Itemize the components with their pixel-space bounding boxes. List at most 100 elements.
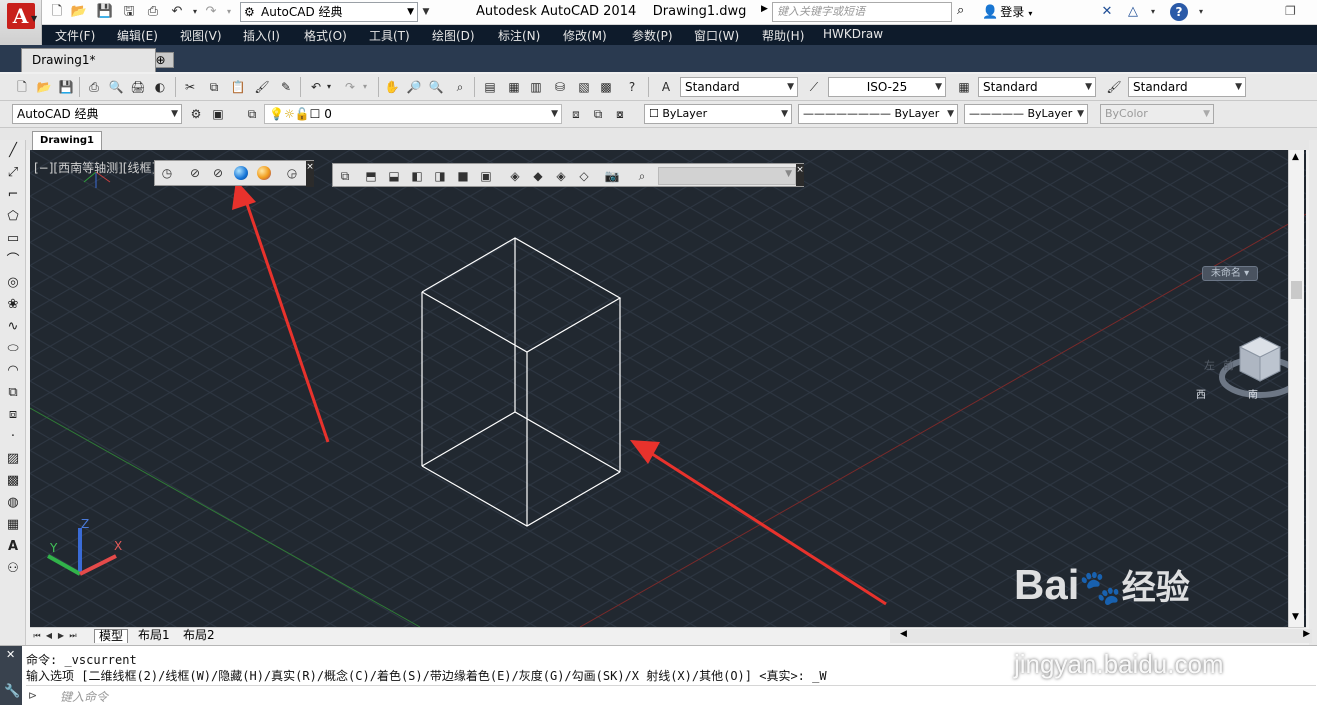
restore-window-icon[interactable]: ❐ [1285, 4, 1296, 18]
color-combo[interactable]: ☐ ByLayer ▼ [644, 104, 792, 124]
revision-cloud-icon[interactable]: ❀ [3, 296, 23, 314]
close-icon[interactable]: × [796, 164, 804, 186]
menu-file[interactable]: 文件(F) [55, 27, 95, 44]
rectangle-icon[interactable]: ▭ [3, 230, 23, 248]
linetype-combo[interactable]: ———————— ByLayer ▼ [798, 104, 958, 124]
search-expand-icon[interactable]: ▶ [761, 4, 768, 14]
undo-dropdown-icon[interactable]: ▾ [324, 77, 334, 97]
top-view-icon[interactable]: ⬒ [362, 167, 380, 185]
menu-window[interactable]: 窗口(W) [694, 27, 739, 44]
search-input[interactable]: 键入关键字或短语 [772, 2, 952, 22]
print-icon[interactable]: ⎙ [144, 3, 162, 21]
hatch-icon[interactable]: ▨ [3, 450, 23, 468]
front-view-icon[interactable]: ■ [454, 167, 472, 185]
command-input[interactable]: ⊳ 键入命令 [26, 685, 1316, 705]
application-menu-button[interactable]: A ▼ [0, 0, 42, 45]
open-icon[interactable]: 📂 [70, 3, 88, 21]
binoculars-icon[interactable]: ⌕ [957, 3, 964, 18]
prev-layout-icon[interactable]: ◀ [44, 629, 54, 642]
chevron-down-icon[interactable]: ▾ [1192, 3, 1210, 21]
menu-format[interactable]: 格式(O) [304, 27, 347, 44]
workspace-save-icon[interactable]: ▣ [208, 104, 228, 124]
tool-palettes-icon[interactable]: ▥ [526, 77, 546, 97]
exchange-icon[interactable]: ✕ [1098, 3, 1116, 21]
zoom-window-icon[interactable]: 🔍 [426, 77, 446, 97]
menu-modify[interactable]: 修改(M) [563, 27, 607, 44]
layer-previous-icon[interactable]: ⧉ [588, 104, 608, 124]
named-view-button[interactable]: 未命名 ▾ [1202, 266, 1258, 281]
qnew-icon[interactable]: 🗋 [12, 77, 32, 97]
sheet-set-icon[interactable]: ⛁ [550, 77, 570, 97]
first-layout-icon[interactable]: ⏮ [32, 629, 42, 642]
print-icon[interactable]: ⎙ [84, 77, 104, 97]
workspace-settings-icon[interactable]: ⚙ [186, 104, 206, 124]
scroll-up-icon[interactable]: ▲ [1292, 152, 1299, 162]
lineweight-combo[interactable]: ————— ByLayer ▼ [964, 104, 1088, 124]
scroll-down-icon[interactable]: ▼ [1292, 612, 1299, 622]
menu-draw[interactable]: 绘图(D) [432, 27, 475, 44]
workspace-combo-toolbar[interactable]: AutoCAD 经典 ▼ [12, 104, 182, 124]
layer-states-icon[interactable]: ⧇ [610, 104, 630, 124]
workspace-combo[interactable]: ⚙ AutoCAD 经典 ▼ [240, 2, 418, 22]
next-layout-icon[interactable]: ▶ [56, 629, 66, 642]
layer-combo[interactable]: 💡☼🔓☐ 0 ▼ [264, 104, 562, 124]
zoom-view-icon[interactable]: ⌕ [633, 167, 651, 185]
login-button[interactable]: 👤 登录 ▾ [982, 3, 1032, 20]
3d-print-icon[interactable]: ◐ [150, 77, 170, 97]
undo-icon[interactable]: ↶ [306, 77, 326, 97]
se-isometric-icon[interactable]: ◆ [529, 167, 547, 185]
close-icon[interactable]: ✕ [6, 648, 15, 661]
menu-dimension[interactable]: 标注(N) [498, 27, 540, 44]
markup-icon[interactable]: ▧ [574, 77, 594, 97]
pan-icon[interactable]: ✋ [382, 77, 402, 97]
publish-icon[interactable]: 🖨 [128, 77, 148, 97]
visual-style-manager-icon[interactable]: ◶ [283, 164, 301, 182]
right-view-icon[interactable]: ◨ [431, 167, 449, 185]
tab-model[interactable]: 模型 [94, 629, 129, 643]
autodesk-360-icon[interactable]: △ [1124, 3, 1142, 21]
command-line-handle[interactable]: ✕ 🔧 [0, 646, 22, 705]
redo-dropdown-icon[interactable]: ▾ [220, 3, 238, 21]
new-camera-icon[interactable]: 📷 [603, 167, 621, 185]
scroll-right-icon[interactable]: ▶ [1303, 629, 1310, 639]
table-style-icon[interactable]: ▦ [954, 77, 974, 97]
add-selected-icon[interactable]: ⚇ [3, 560, 23, 578]
drawing-viewport[interactable]: Z Y X [−][西南等轴测][线框] ◷ ⊘ ⊘ ◶ × ⧉ ⬒ ⬓ ◧ ◨… [30, 150, 1306, 627]
realistic-icon[interactable] [232, 164, 250, 182]
construction-line-icon[interactable]: ⤢ [3, 164, 23, 182]
line-icon[interactable]: ╱ [3, 142, 23, 160]
chevron-down-icon[interactable]: ▾ [1144, 3, 1162, 21]
command-prompt-icon[interactable]: ⊳ [28, 689, 37, 702]
help-icon[interactable]: ? [1170, 3, 1188, 21]
viewport-controls-label[interactable]: [−][西南等轴测][线框] [34, 159, 156, 176]
match-properties-icon[interactable]: 🖌 [252, 77, 272, 97]
ellipse-arc-icon[interactable]: ◠ [3, 362, 23, 380]
preview-icon[interactable]: 🔍 [106, 77, 126, 97]
redo-icon[interactable]: ↷ [202, 3, 220, 21]
multileader-style-combo[interactable]: Standard ▼ [1128, 77, 1246, 97]
calculator-icon[interactable]: ▩ [596, 77, 616, 97]
customize-quick-access-icon[interactable]: ▼ [420, 3, 432, 21]
scroll-left-icon[interactable]: ◀ [900, 629, 907, 639]
vertical-scrollbar[interactable]: ▲ ▼ [1288, 150, 1304, 627]
menu-insert[interactable]: 插入(I) [243, 27, 280, 44]
circle-icon[interactable]: ◎ [3, 274, 23, 292]
sw-isometric-icon[interactable]: ◈ [506, 167, 524, 185]
table-icon[interactable]: ▦ [3, 516, 23, 534]
menu-edit[interactable]: 编辑(E) [117, 27, 158, 44]
gradient-icon[interactable]: ▩ [3, 472, 23, 490]
multileader-style-icon[interactable]: 🖌 [1104, 77, 1124, 97]
hidden-icon[interactable]: ⊘ [209, 164, 227, 182]
open-icon[interactable]: 📂 [34, 77, 54, 97]
redo-icon[interactable]: ↷ [340, 77, 360, 97]
save-icon[interactable]: 💾 [96, 3, 114, 21]
paste-icon[interactable]: 📋 [228, 77, 248, 97]
file-tab-drawing1[interactable]: Drawing1* [21, 48, 156, 72]
2d-wireframe-icon[interactable]: ◷ [158, 164, 176, 182]
tab-layout1[interactable]: 布局1 [134, 629, 174, 643]
block-editor-icon[interactable]: ✎ [276, 77, 296, 97]
horizontal-scrollbar[interactable]: ◀ ▶ [890, 629, 1312, 643]
make-current-layer-icon[interactable]: ⧈ [566, 104, 586, 124]
text-style-combo[interactable]: Standard ▼ [680, 77, 798, 97]
polygon-icon[interactable]: ⬠ [3, 208, 23, 226]
